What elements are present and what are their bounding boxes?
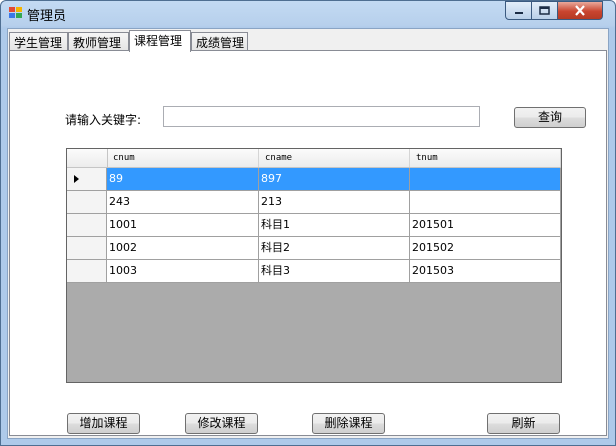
tab-teacher[interactable]: 教师管理 (68, 32, 129, 51)
cell-tnum[interactable]: 201503 (410, 260, 561, 282)
cell-cname[interactable]: 897 (259, 168, 410, 190)
row-header[interactable] (67, 237, 107, 259)
client-area: 学生管理 教师管理 课程管理 成绩管理 请输入关键字: 查询 cnum cnam… (7, 28, 609, 439)
app-window: 管理员 学生管理 教师管理 课程管理 成绩管理 请输入关键字: 查询 cnum (0, 0, 616, 446)
row-pointer-icon (74, 175, 79, 183)
cell-tnum[interactable] (410, 191, 561, 213)
grid-header: cnum cname tnum (67, 149, 561, 168)
add-course-button[interactable]: 增加课程 (67, 413, 140, 434)
cell-cname[interactable]: 213 (259, 191, 410, 213)
cell-cnum[interactable]: 1001 (107, 214, 259, 236)
tab-score[interactable]: 成绩管理 (191, 32, 248, 51)
row-header[interactable] (67, 214, 107, 236)
close-button[interactable] (557, 1, 603, 20)
query-button[interactable]: 查询 (514, 107, 586, 128)
cell-cname[interactable]: 科目1 (259, 214, 410, 236)
table-row[interactable]: 1003 科目3 201503 (67, 260, 561, 283)
title-bar[interactable]: 管理员 (1, 1, 615, 27)
row-header[interactable] (67, 191, 107, 213)
edit-course-button[interactable]: 修改课程 (185, 413, 258, 434)
column-header-tnum[interactable]: tnum (410, 149, 561, 167)
row-header[interactable] (67, 260, 107, 282)
tab-course[interactable]: 课程管理 (129, 30, 191, 52)
table-row[interactable]: 89 897 (67, 168, 561, 191)
cell-cnum[interactable]: 1002 (107, 237, 259, 259)
row-header[interactable] (67, 168, 107, 190)
course-grid[interactable]: cnum cname tnum 89 897 243 213 1001 科目1 … (66, 148, 562, 383)
refresh-button[interactable]: 刷新 (487, 413, 560, 434)
column-header-cname[interactable]: cname (259, 149, 410, 167)
minimize-icon (514, 11, 523, 14)
cell-tnum[interactable]: 201501 (410, 214, 561, 236)
maximize-icon (539, 6, 550, 15)
cell-cname[interactable]: 科目2 (259, 237, 410, 259)
cell-cnum[interactable]: 243 (107, 191, 259, 213)
course-panel: 请输入关键字: 查询 cnum cname tnum 89 897 243 21… (9, 50, 607, 436)
grid-rows: 89 897 243 213 1001 科目1 201501 1002 科目2 … (67, 168, 561, 283)
cell-cnum[interactable]: 89 (107, 168, 259, 190)
delete-course-button[interactable]: 删除课程 (312, 413, 385, 434)
table-row[interactable]: 1002 科目2 201502 (67, 237, 561, 260)
maximize-button[interactable] (531, 1, 558, 20)
cell-cnum[interactable]: 1003 (107, 260, 259, 282)
table-row[interactable]: 243 213 (67, 191, 561, 214)
grid-corner[interactable] (67, 149, 108, 167)
window-title: 管理员 (27, 9, 67, 24)
cell-tnum[interactable] (410, 168, 561, 190)
keyword-input[interactable] (163, 106, 480, 127)
column-header-cnum[interactable]: cnum (107, 149, 259, 167)
cell-cname[interactable]: 科目3 (259, 260, 410, 282)
close-icon (575, 5, 585, 16)
app-icon (9, 7, 23, 19)
tab-student[interactable]: 学生管理 (9, 32, 68, 51)
minimize-button[interactable] (505, 1, 532, 20)
keyword-label: 请输入关键字: (65, 113, 142, 127)
table-row[interactable]: 1001 科目1 201501 (67, 214, 561, 237)
cell-tnum[interactable]: 201502 (410, 237, 561, 259)
